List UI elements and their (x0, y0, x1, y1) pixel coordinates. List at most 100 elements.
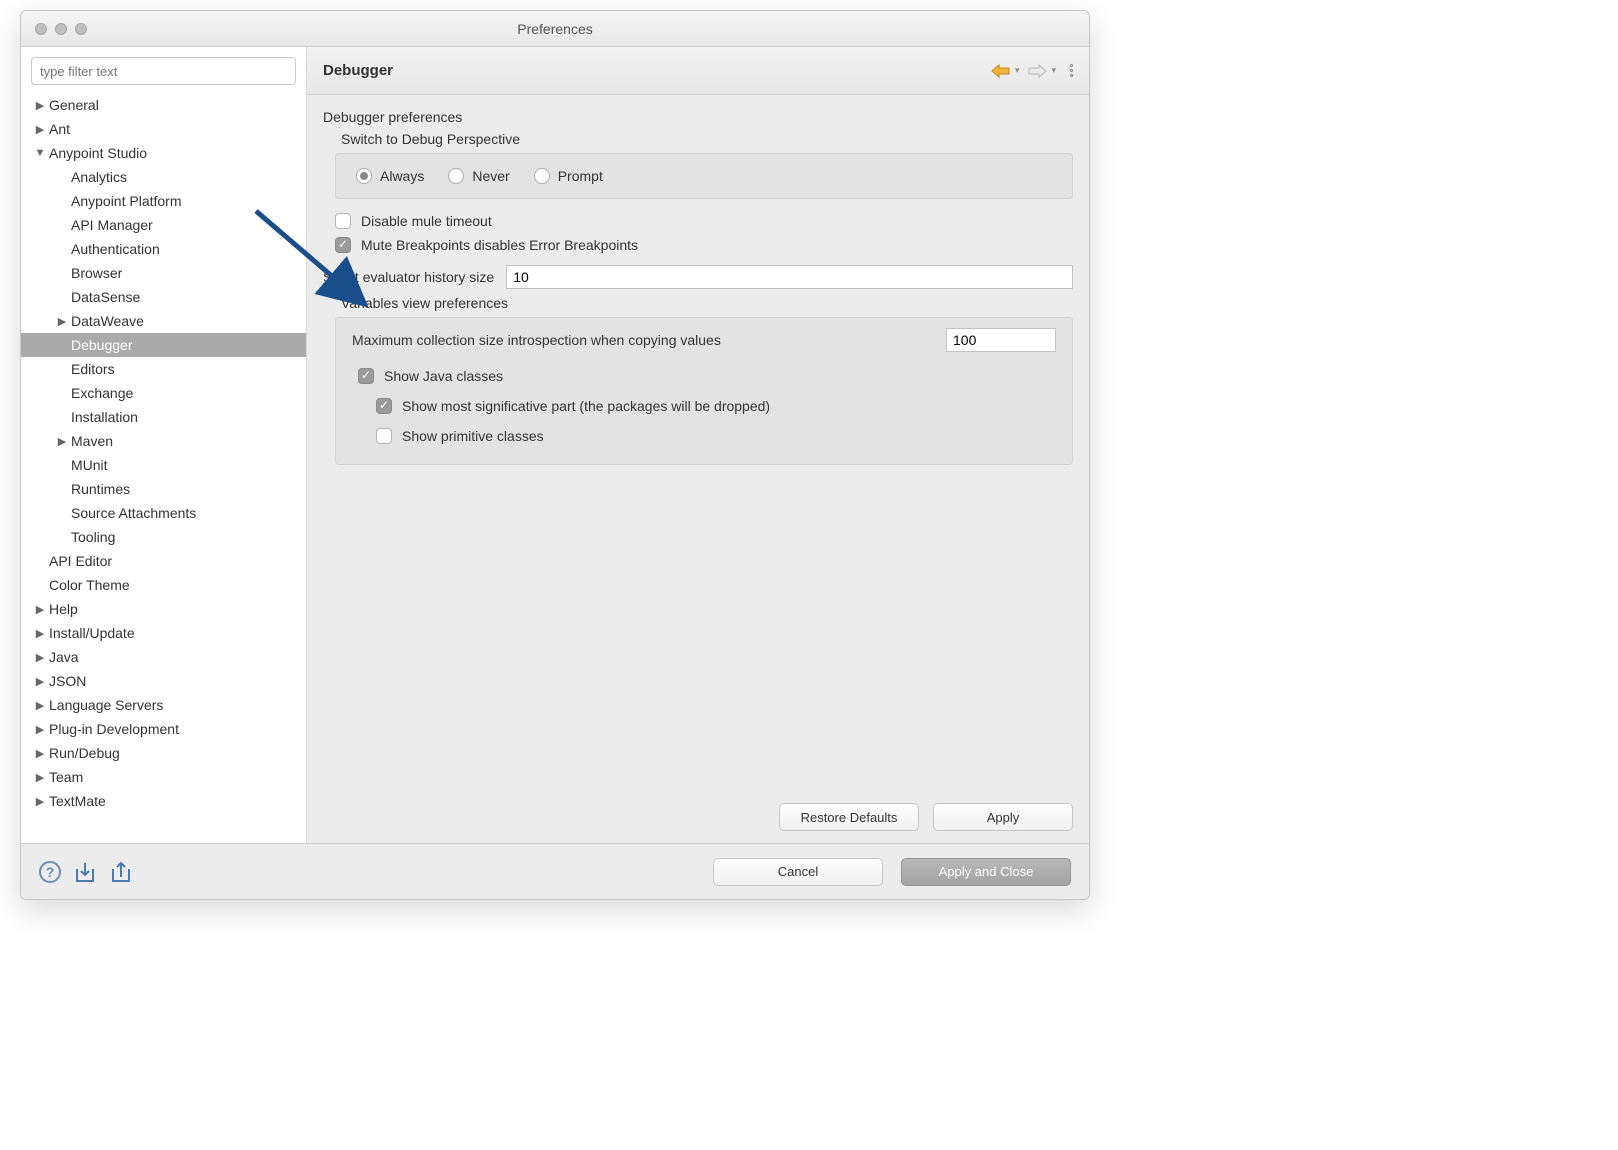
tree-item-runtimes[interactable]: Runtimes (21, 477, 306, 501)
header-toolbar: ▾ ▾ (991, 63, 1073, 79)
tree-item-dataweave[interactable]: ▶DataWeave (21, 309, 306, 333)
mute-breakpoints-checkbox[interactable] (335, 237, 351, 253)
vars-title: Variables view preferences (341, 295, 1073, 311)
tree-item-json[interactable]: ▶JSON (21, 669, 306, 693)
tree-item-color-theme[interactable]: Color Theme (21, 573, 306, 597)
show-java-checkbox[interactable] (358, 368, 374, 384)
tree-item-label: Authentication (71, 241, 160, 257)
history-size-label: Script evaluator history size (323, 269, 494, 285)
chevron-right-icon[interactable]: ▶ (33, 723, 47, 736)
tree-item-datasense[interactable]: DataSense (21, 285, 306, 309)
chevron-right-icon[interactable]: ▶ (33, 603, 47, 616)
tree-item-help[interactable]: ▶Help (21, 597, 306, 621)
import-prefs-icon[interactable] (73, 861, 97, 883)
tree-item-maven[interactable]: ▶Maven (21, 429, 306, 453)
radio-always[interactable]: Always (356, 168, 424, 184)
tree-item-exchange[interactable]: Exchange (21, 381, 306, 405)
radio-prompt-input[interactable] (534, 168, 550, 184)
window-controls (35, 23, 87, 35)
tree-item-ant[interactable]: ▶Ant (21, 117, 306, 141)
tree-item-label: Runtimes (71, 481, 130, 497)
tree-item-label: Color Theme (49, 577, 130, 593)
tree-item-api-editor[interactable]: API Editor (21, 549, 306, 573)
minimize-window-button[interactable] (55, 23, 67, 35)
footer-buttons: Cancel Apply and Close (713, 858, 1071, 886)
chevron-right-icon[interactable]: ▶ (33, 747, 47, 760)
chevron-right-icon[interactable]: ▶ (33, 771, 47, 784)
mute-breakpoints-row[interactable]: Mute Breakpoints disables Error Breakpoi… (335, 237, 1073, 253)
tree-item-run-debug[interactable]: ▶Run/Debug (21, 741, 306, 765)
disable-timeout-label: Disable mule timeout (361, 213, 492, 229)
tree-item-plug-in-development[interactable]: ▶Plug-in Development (21, 717, 306, 741)
radio-prompt[interactable]: Prompt (534, 168, 603, 184)
tree-item-label: DataWeave (71, 313, 144, 329)
show-significative-row[interactable]: Show most significative part (the packag… (376, 398, 1056, 414)
nav-back-button[interactable] (991, 63, 1011, 79)
show-significative-checkbox[interactable] (376, 398, 392, 414)
view-menu-button[interactable] (1070, 64, 1073, 77)
radio-never-input[interactable] (448, 168, 464, 184)
tree-item-analytics[interactable]: Analytics (21, 165, 306, 189)
max-collection-input[interactable] (946, 328, 1056, 352)
close-window-button[interactable] (35, 23, 47, 35)
filter-input[interactable] (31, 57, 296, 85)
show-java-row[interactable]: Show Java classes (358, 368, 1056, 384)
radio-never[interactable]: Never (448, 168, 509, 184)
tree-item-label: API Manager (71, 217, 153, 233)
dialog-footer: ? Cancel Apply and Close (21, 843, 1089, 899)
zoom-window-button[interactable] (75, 23, 87, 35)
content-panel: Debugger ▾ ▾ (307, 47, 1089, 843)
chevron-down-icon[interactable]: ▼ (33, 147, 47, 159)
max-collection-label: Maximum collection size introspection wh… (352, 332, 721, 348)
tree-item-label: Editors (71, 361, 115, 377)
apply-button[interactable]: Apply (933, 803, 1073, 831)
disable-timeout-row[interactable]: Disable mule timeout (335, 213, 1073, 229)
tree-item-authentication[interactable]: Authentication (21, 237, 306, 261)
tree-item-java[interactable]: ▶Java (21, 645, 306, 669)
tree-item-munit[interactable]: MUnit (21, 453, 306, 477)
show-java-label: Show Java classes (384, 368, 503, 384)
chevron-right-icon[interactable]: ▶ (33, 651, 47, 664)
restore-defaults-button[interactable]: Restore Defaults (779, 803, 919, 831)
chevron-right-icon[interactable]: ▶ (33, 123, 47, 136)
tree-item-label: Debugger (71, 337, 133, 353)
chevron-right-icon[interactable]: ▶ (33, 99, 47, 112)
tree-item-anypoint-platform[interactable]: Anypoint Platform (21, 189, 306, 213)
history-size-input[interactable] (506, 265, 1073, 289)
chevron-right-icon[interactable]: ▶ (55, 435, 69, 448)
tree-item-language-servers[interactable]: ▶Language Servers (21, 693, 306, 717)
nav-back-menu[interactable]: ▾ (1015, 65, 1020, 76)
tree-item-tooling[interactable]: Tooling (21, 525, 306, 549)
tree-item-installation[interactable]: Installation (21, 405, 306, 429)
nav-forward-button[interactable] (1027, 63, 1047, 79)
disable-timeout-checkbox[interactable] (335, 213, 351, 229)
tree-item-label: Exchange (71, 385, 133, 401)
tree-item-browser[interactable]: Browser (21, 261, 306, 285)
chevron-right-icon[interactable]: ▶ (33, 795, 47, 808)
show-primitive-row[interactable]: Show primitive classes (376, 428, 1056, 444)
tree-item-install-update[interactable]: ▶Install/Update (21, 621, 306, 645)
tree-item-debugger[interactable]: Debugger (21, 333, 306, 357)
nav-forward-menu[interactable]: ▾ (1051, 65, 1056, 76)
tree-item-textmate[interactable]: ▶TextMate (21, 789, 306, 813)
tree-item-anypoint-studio[interactable]: ▼Anypoint Studio (21, 141, 306, 165)
chevron-right-icon[interactable]: ▶ (55, 315, 69, 328)
history-size-row: Script evaluator history size (323, 265, 1073, 289)
help-icon[interactable]: ? (39, 861, 61, 883)
apply-close-button[interactable]: Apply and Close (901, 858, 1071, 886)
tree-item-label: Browser (71, 265, 122, 281)
export-prefs-icon[interactable] (109, 861, 133, 883)
chevron-right-icon[interactable]: ▶ (33, 627, 47, 640)
preferences-tree[interactable]: ▶General▶Ant▼Anypoint StudioAnalyticsAny… (21, 89, 306, 843)
tree-item-team[interactable]: ▶Team (21, 765, 306, 789)
tree-item-general[interactable]: ▶General (21, 93, 306, 117)
show-significative-label: Show most significative part (the packag… (402, 398, 770, 414)
tree-item-api-manager[interactable]: API Manager (21, 213, 306, 237)
tree-item-editors[interactable]: Editors (21, 357, 306, 381)
chevron-right-icon[interactable]: ▶ (33, 675, 47, 688)
show-primitive-checkbox[interactable] (376, 428, 392, 444)
tree-item-source-attachments[interactable]: Source Attachments (21, 501, 306, 525)
chevron-right-icon[interactable]: ▶ (33, 699, 47, 712)
cancel-button[interactable]: Cancel (713, 858, 883, 886)
radio-always-input[interactable] (356, 168, 372, 184)
